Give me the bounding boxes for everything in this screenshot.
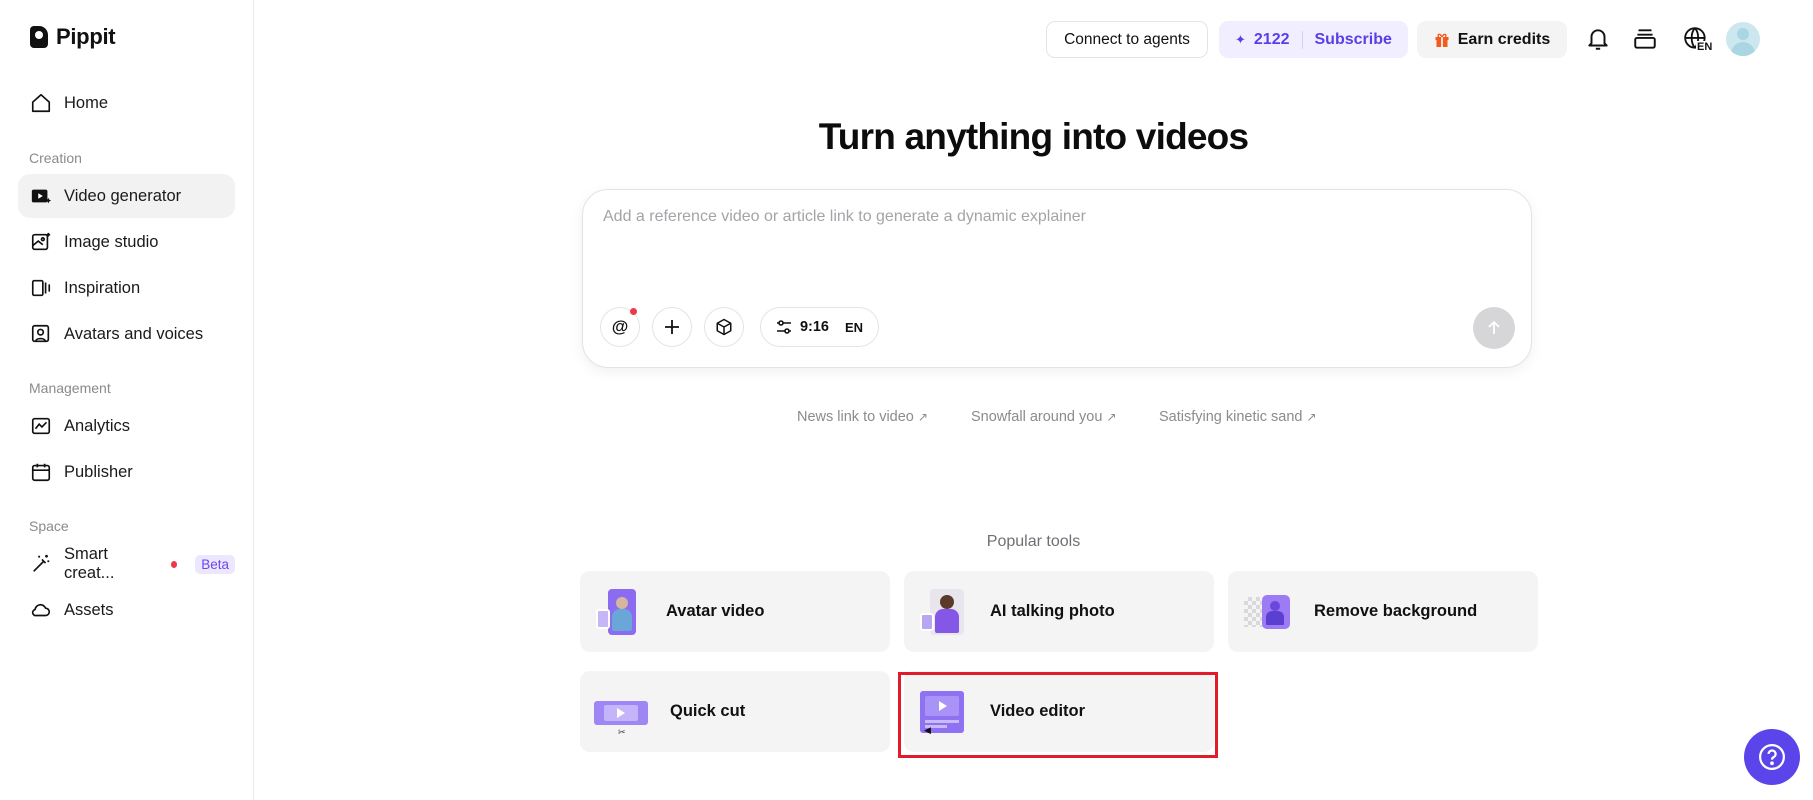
pippit-logo-icon — [30, 26, 48, 48]
bell-icon — [1588, 29, 1608, 50]
sliders-icon — [776, 320, 791, 334]
sidebar-item-analytics[interactable]: Analytics — [18, 404, 235, 448]
suggestion-chip[interactable]: News link to video ↗ — [797, 409, 928, 425]
sidebar-item-inspiration[interactable]: Inspiration — [18, 266, 235, 310]
brand-name: Pippit — [56, 24, 116, 49]
divider — [1301, 30, 1303, 49]
analytics-icon — [31, 417, 51, 435]
user-avatar[interactable] — [1726, 22, 1760, 56]
notification-dot — [630, 308, 637, 315]
video-editor-thumbnail: ◀ — [918, 687, 968, 737]
arrow-up-right-icon: ↗ — [1306, 410, 1317, 424]
sidebar-item-home[interactable]: Home — [18, 81, 235, 125]
credits-count: 2122 — [1253, 30, 1290, 48]
sidebar-item-smart-creation[interactable]: Smart creat... Beta — [18, 542, 235, 586]
video-settings-button[interactable]: 9:16 EN — [760, 307, 879, 347]
aspect-ratio: 9:16 — [799, 319, 829, 335]
sidebar-item-label: Inspiration — [64, 278, 141, 297]
brand-logo[interactable]: Pippit — [30, 24, 116, 50]
section-label-creation: Creation — [29, 150, 82, 166]
cube-icon — [716, 318, 732, 336]
arrow-up-icon — [1488, 320, 1500, 334]
add-button[interactable] — [652, 307, 692, 347]
sidebar-item-label: Publisher — [64, 462, 133, 481]
popular-tools-heading: Popular tools — [986, 533, 1081, 550]
credits-pill[interactable]: ✦ 2122 Subscribe — [1219, 21, 1408, 58]
beta-badge: Beta — [195, 554, 235, 574]
sidebar: Pippit Home Creation Video generator Ima… — [0, 0, 254, 800]
sidebar-item-avatars-and-voices[interactable]: Avatars and voices — [18, 312, 235, 356]
sparkle-icon: ✦ — [1235, 31, 1246, 47]
app: Pippit Home Creation Video generator Ima… — [0, 0, 1813, 800]
connect-to-agents-button[interactable]: Connect to agents — [1046, 21, 1208, 58]
mention-button[interactable]: @ — [600, 307, 640, 347]
plus-icon — [665, 320, 679, 334]
prompt-box: @ 9:16 EN — [582, 189, 1532, 368]
sidebar-item-video-generator[interactable]: Video generator — [18, 174, 235, 218]
inspiration-icon — [31, 279, 51, 297]
sidebar-item-label: Video generator — [64, 186, 182, 205]
tool-card-avatar-video[interactable]: Avatar video — [580, 571, 890, 652]
sidebar-item-publisher[interactable]: Publisher — [18, 450, 235, 494]
remove-background-thumbnail — [1242, 587, 1292, 637]
quick-cut-thumbnail: ✂ — [594, 687, 648, 737]
sidebar-item-label: Home — [64, 93, 109, 112]
section-label-management: Management — [29, 380, 111, 396]
sidebar-item-label: Image studio — [64, 232, 159, 251]
tool-label: Avatar video — [666, 602, 765, 620]
tool-label: AI talking photo — [990, 602, 1115, 620]
arrow-up-right-icon: ↗ — [917, 410, 928, 424]
cloud-icon — [31, 603, 51, 617]
gift-icon — [1435, 33, 1449, 47]
prompt-input[interactable] — [603, 208, 1483, 226]
at-icon: @ — [611, 317, 629, 336]
tool-label: Video editor — [990, 702, 1086, 720]
home-icon — [31, 93, 51, 113]
video-generator-icon — [31, 189, 52, 204]
suggestion-label: Snowfall around you — [971, 409, 1103, 425]
image-studio-icon — [31, 232, 51, 251]
language-badge: EN — [1696, 41, 1714, 53]
notification-dot — [170, 560, 178, 568]
calendar-icon — [31, 463, 51, 482]
sidebar-item-assets[interactable]: Assets — [18, 588, 235, 632]
earn-credits-button[interactable]: Earn credits — [1417, 21, 1567, 58]
talking-photo-thumbnail — [918, 587, 968, 637]
sidebar-item-label: Smart creat... — [64, 545, 115, 582]
magic-wand-icon — [33, 554, 50, 572]
stack-icon — [1634, 29, 1656, 49]
send-button[interactable] — [1473, 307, 1515, 349]
tool-label: Remove background — [1314, 602, 1478, 620]
earn-credits-label: Earn credits — [1457, 30, 1551, 48]
page-title: Turn anything into videos — [818, 116, 1249, 157]
suggestion-label: News link to video — [797, 409, 914, 425]
help-icon — [1759, 744, 1785, 770]
tool-card-video-editor[interactable]: ◀ Video editor — [904, 671, 1214, 752]
help-button[interactable] — [1744, 729, 1800, 785]
tool-card-remove-background[interactable]: Remove background — [1228, 571, 1538, 652]
subscribe-link[interactable]: Subscribe — [1315, 31, 1392, 49]
avatar-video-thumbnail — [594, 587, 644, 637]
avatar-voice-icon — [31, 324, 50, 343]
language-button[interactable]: EN — [1678, 24, 1714, 54]
sidebar-item-label: Analytics — [64, 416, 131, 435]
sidebar-item-label: Avatars and voices — [64, 324, 204, 343]
arrow-up-right-icon: ↗ — [1106, 410, 1117, 424]
suggestion-chip[interactable]: Snowfall around you ↗ — [971, 409, 1117, 425]
billing-button[interactable] — [1630, 24, 1660, 54]
section-label-space: Space — [29, 518, 69, 534]
model-button[interactable] — [704, 307, 744, 347]
language-value: EN — [844, 319, 864, 335]
tool-card-ai-talking-photo[interactable]: AI talking photo — [904, 571, 1214, 652]
sidebar-item-label: Assets — [64, 600, 114, 619]
suggestion-chip[interactable]: Satisfying kinetic sand ↗ — [1159, 409, 1317, 425]
suggestion-label: Satisfying kinetic sand — [1159, 409, 1303, 425]
sidebar-item-image-studio[interactable]: Image studio — [18, 220, 235, 264]
tool-label: Quick cut — [670, 702, 746, 720]
notifications-button[interactable] — [1583, 24, 1613, 54]
tool-card-quick-cut[interactable]: ✂ Quick cut — [580, 671, 890, 752]
